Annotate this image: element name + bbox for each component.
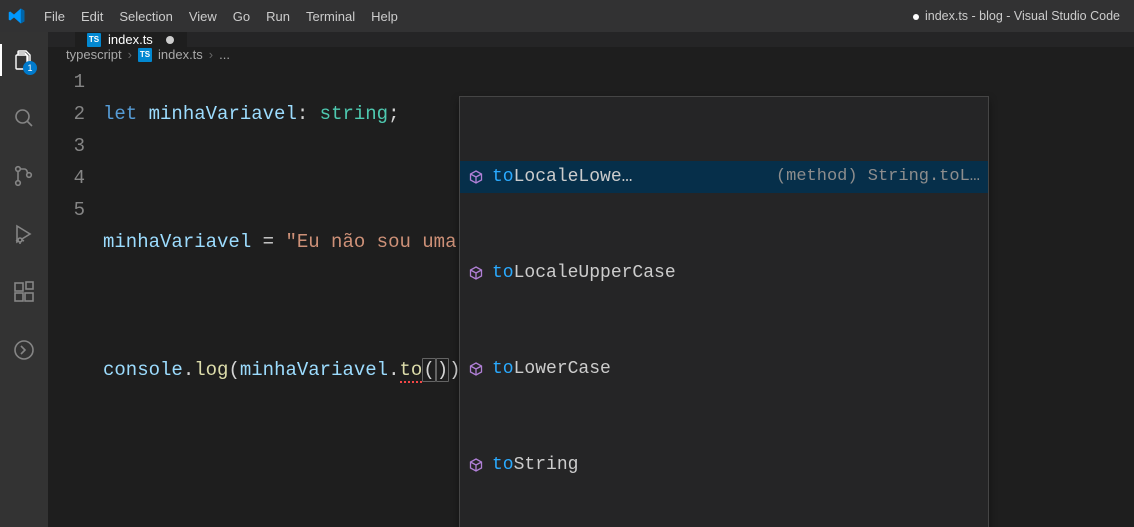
menu-selection[interactable]: Selection xyxy=(111,3,180,30)
breadcrumb-folder[interactable]: typescript xyxy=(66,47,122,62)
method-icon xyxy=(468,361,484,377)
app-root: File Edit Selection View Go Run Terminal… xyxy=(0,0,1134,527)
tab-modified-dot-icon xyxy=(166,36,174,44)
method-icon xyxy=(468,457,484,473)
menu-terminal[interactable]: Terminal xyxy=(298,3,363,30)
suggest-doc: (method) String.toL… xyxy=(776,161,980,193)
modified-dot-icon xyxy=(913,14,919,20)
vscode-logo-icon xyxy=(8,7,26,25)
typescript-icon: TS xyxy=(138,48,152,62)
suggest-item[interactable]: toLocaleLowe… (method) String.toL… xyxy=(460,161,988,193)
chevron-right-icon: › xyxy=(209,47,213,62)
method-icon xyxy=(468,169,484,185)
run-debug-icon[interactable] xyxy=(0,214,48,254)
typescript-icon: TS xyxy=(87,33,101,47)
explorer-badge: 1 xyxy=(23,61,37,75)
breadcrumb[interactable]: typescript › TS index.ts › ... xyxy=(48,47,1134,62)
tab-label: index.ts xyxy=(108,32,153,47)
line-number-gutter: 1 2 3 4 5 xyxy=(48,66,103,527)
suggest-item[interactable]: toLowerCase xyxy=(460,353,988,385)
chevron-right-icon: › xyxy=(128,47,132,62)
menu-edit[interactable]: Edit xyxy=(73,3,111,30)
editor-area: TS index.ts typescript › TS index.ts › .… xyxy=(48,32,1134,527)
activity-bar: 1 xyxy=(0,32,48,527)
menu-go[interactable]: Go xyxy=(225,3,258,30)
source-control-icon[interactable] xyxy=(0,156,48,196)
method-icon xyxy=(468,265,484,281)
body: 1 TS index xyxy=(0,32,1134,527)
tab-bar: TS index.ts xyxy=(48,32,1134,47)
suggest-item[interactable]: toLocaleUpperCase xyxy=(460,257,988,289)
tab-index-ts[interactable]: TS index.ts xyxy=(75,32,187,47)
breadcrumb-symbol[interactable]: ... xyxy=(219,47,230,62)
code-content[interactable]: let minhaVariavel: string; minhaVariavel… xyxy=(103,66,1134,527)
menu-view[interactable]: View xyxy=(181,3,225,30)
menu-help[interactable]: Help xyxy=(363,3,406,30)
menu-bar: File Edit Selection View Go Run Terminal… xyxy=(0,0,1134,32)
menu-run[interactable]: Run xyxy=(258,3,298,30)
explorer-icon[interactable]: 1 xyxy=(0,40,48,80)
menu-items: File Edit Selection View Go Run Terminal… xyxy=(36,3,406,30)
breadcrumb-file[interactable]: index.ts xyxy=(158,47,203,62)
remote-icon[interactable] xyxy=(0,330,48,370)
search-icon[interactable] xyxy=(0,98,48,138)
code-editor[interactable]: 1 2 3 4 5 let minhaVariavel: string; min… xyxy=(48,62,1134,527)
window-title: index.ts - blog - Visual Studio Code xyxy=(406,9,1126,23)
suggest-item[interactable]: toString xyxy=(460,449,988,481)
intellisense-suggest[interactable]: toLocaleLowe… (method) String.toL… toLoc… xyxy=(459,96,989,527)
extensions-icon[interactable] xyxy=(0,272,48,312)
menu-file[interactable]: File xyxy=(36,3,73,30)
